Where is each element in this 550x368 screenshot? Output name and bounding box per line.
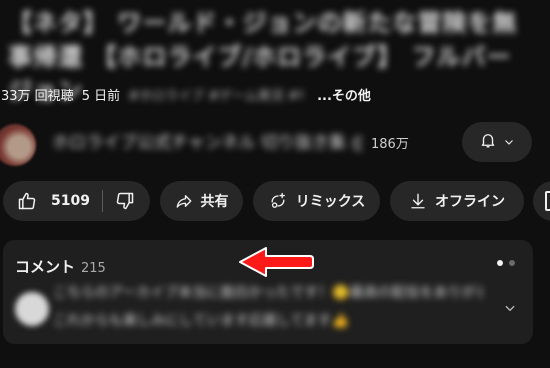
comments-header: コメント 215	[15, 256, 106, 277]
carousel-dot-active	[497, 260, 503, 266]
channel-avatar[interactable]	[0, 124, 36, 166]
remix-label: リミックス	[295, 194, 366, 210]
comments-title: コメント	[15, 258, 76, 276]
top-comment-line1: こちらのアーカイブ本当に面白かったです！🙂最高の配信をありがとう	[53, 285, 483, 301]
thumbs-up-icon[interactable]	[17, 191, 37, 211]
like-dislike-group: 5109	[3, 181, 150, 221]
like-count[interactable]: 5109	[51, 193, 90, 209]
share-button[interactable]: 共有	[160, 181, 243, 221]
share-icon	[175, 192, 193, 210]
download-icon	[409, 192, 427, 210]
upload-age: 5 日前	[81, 88, 121, 104]
notification-button[interactable]	[462, 122, 532, 162]
thumbs-down-icon[interactable]	[115, 191, 135, 211]
chevron-down-icon[interactable]	[503, 300, 517, 319]
commenter-avatar	[15, 292, 49, 326]
channel-name[interactable]: ホロライブ公式チャンネル 切り抜き集 @hololive_clip	[52, 132, 362, 154]
description-snippet: #ホロライブ #ゲーム実況 #切り抜き #新作	[128, 88, 303, 104]
carousel-dot	[509, 260, 515, 266]
more-link[interactable]: ...その他	[317, 85, 371, 104]
chevron-down-icon	[503, 133, 515, 152]
carousel-indicator	[497, 260, 515, 266]
arrow-annotation-icon	[238, 244, 314, 284]
view-count: 33万 回視聴	[1, 88, 74, 104]
like-divider	[101, 190, 103, 212]
offline-label: オフライン	[435, 194, 505, 210]
more-actions-chip[interactable]	[533, 181, 550, 221]
save-icon	[545, 191, 550, 211]
remix-icon	[268, 191, 288, 211]
top-comment-line2: これからも楽しみにしています応援してます👍	[53, 313, 349, 329]
comments-count: 215	[81, 261, 106, 276]
subscriber-count: 186万	[371, 137, 409, 152]
offline-download-button[interactable]: オフライン	[390, 181, 524, 221]
video-meta[interactable]: 33万 回視聴 5 日前 #ホロライブ #ゲーム実況 #切り抜き #新作 ...…	[1, 84, 371, 104]
remix-button[interactable]: リミックス	[253, 181, 380, 221]
bell-icon	[479, 131, 497, 153]
share-label: 共有	[200, 194, 229, 210]
